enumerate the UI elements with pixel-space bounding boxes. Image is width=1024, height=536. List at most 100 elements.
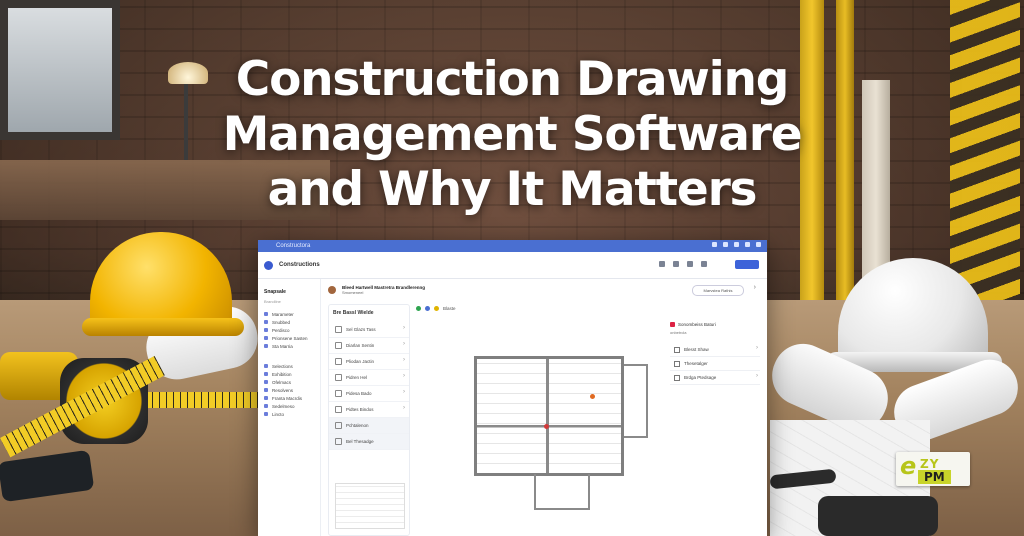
headline-line: Construction Drawing: [235, 52, 790, 107]
details-heading: Sonombeiss Baturi: [670, 322, 760, 327]
markup-pin-icon[interactable]: [590, 394, 595, 399]
grid-icon[interactable]: [673, 261, 679, 267]
sidebar-item[interactable]: Snubbed: [264, 318, 320, 326]
close-icon[interactable]: [756, 242, 761, 247]
details-item[interactable]: Brdga Ptedsage ›: [670, 371, 760, 385]
logo-zy: ZY: [920, 457, 940, 471]
share-icon[interactable]: [701, 261, 707, 267]
device: [818, 496, 938, 536]
chevron-right-icon: ›: [403, 357, 405, 363]
list-item[interactable]: Sel Glazs Tass ›: [329, 322, 409, 338]
file-icon: [335, 358, 342, 365]
details-panel: Sonombeiss Baturi onbetrcla Blesst Shaw ›…: [670, 322, 760, 412]
chevron-right-icon: ›: [756, 345, 758, 351]
list-item-selected[interactable]: Bel Thesadge: [329, 434, 409, 450]
toolbar-icons: [659, 261, 707, 267]
sidebar-heading: Snapsale: [264, 289, 286, 295]
tape-measure-strip: [132, 392, 262, 408]
chevron-right-icon: ›: [756, 373, 758, 379]
sidebar: Snapsale Brandline Marameter Snubbed Per…: [258, 279, 321, 536]
drawing-thumbnail[interactable]: [335, 483, 405, 529]
floor-plan-wing: [534, 474, 590, 510]
list-item[interactable]: Pidesa Bado ›: [329, 386, 409, 402]
sidebar-item[interactable]: Perdisco: [264, 326, 320, 334]
file-icon: [335, 374, 342, 381]
file-icon: [335, 406, 342, 413]
floor-plan: [474, 356, 624, 476]
maximize-icon[interactable]: [723, 242, 728, 247]
logo-pm: PM: [918, 470, 951, 484]
checkbox-icon: [674, 346, 680, 353]
window-controls: [712, 242, 761, 247]
minimize-icon[interactable]: [712, 242, 717, 247]
sidebar-item[interactable]: Franta Macrdis: [264, 394, 320, 402]
logo-mark: e: [900, 452, 917, 480]
yellow-hard-hat: [90, 232, 232, 332]
settings-icon[interactable]: [734, 242, 739, 247]
doc-icon: [264, 396, 268, 400]
folder-icon: [264, 336, 268, 340]
avatar[interactable]: [264, 260, 273, 270]
avatar[interactable]: [328, 286, 336, 294]
checkbox-icon: [674, 374, 680, 381]
chevron-right-icon: ›: [403, 405, 405, 411]
list-item-selected[interactable]: Pchtalenon: [329, 418, 409, 434]
file-icon: [335, 390, 342, 397]
sidebar-item[interactable]: Sta Marria: [264, 342, 320, 350]
checkbox-icon: [674, 360, 680, 367]
pin-icon[interactable]: [434, 306, 439, 311]
doc-icon: [264, 412, 268, 416]
canvas-tool-label: Blaste: [443, 306, 456, 311]
file-icon: [335, 438, 342, 445]
drawing-list-panel: Bre Bassl Wielde Sel Glazs Tass › Diarlan…: [328, 304, 410, 536]
sidebar-item[interactable]: Lincto: [264, 410, 320, 418]
folder-icon: [264, 312, 268, 316]
layer-icon[interactable]: [425, 306, 430, 311]
yellow-hard-hat-brim: [82, 318, 244, 336]
chevron-right-icon: ›: [403, 341, 405, 347]
doc-icon: [264, 380, 268, 384]
sidebar-item[interactable]: Selections: [264, 362, 320, 370]
list-icon[interactable]: [687, 261, 693, 267]
list-item[interactable]: Diarlan Sentin ›: [329, 338, 409, 354]
file-icon: [335, 326, 342, 333]
app-brand: Constructora: [276, 243, 311, 249]
drawing-canvas[interactable]: Blaste: [414, 304, 664, 534]
details-subheading: onbetrcla: [670, 330, 687, 335]
canvas-toolbar: Blaste: [416, 306, 664, 311]
doc-icon: [264, 404, 268, 408]
file-icon: [335, 342, 342, 349]
details-item[interactable]: Thesetalger: [670, 357, 760, 371]
sidebar-item[interactable]: Sedelmeso: [264, 402, 320, 410]
primary-button[interactable]: [735, 260, 759, 269]
chevron-right-icon: ›: [403, 389, 405, 395]
doc-icon: [264, 388, 268, 392]
app-topbar: Constructions: [258, 252, 767, 279]
folder-icon: [264, 320, 268, 324]
sidebar-item[interactable]: Resolvens: [264, 386, 320, 394]
list-item[interactable]: Pliodan Jactin ›: [329, 354, 409, 370]
filter-icon[interactable]: [659, 261, 665, 267]
filter-pill[interactable]: Marvstea Rathis: [692, 285, 744, 296]
sidebar-item[interactable]: Exhibition: [264, 370, 320, 378]
user-icon[interactable]: [745, 242, 750, 247]
file-icon: [335, 422, 342, 429]
list-item[interactable]: Pidtes Bindos ›: [329, 402, 409, 418]
list-item[interactable]: Pidren Hel ›: [329, 370, 409, 386]
flag-icon: [670, 322, 675, 327]
headline-line: and Why It Matters: [267, 162, 758, 217]
headline-line: Management Software: [222, 107, 803, 162]
chevron-right-icon: ›: [403, 325, 405, 331]
project-header: Bleed Hartwell Mastretra Brandlerenng Sm…: [328, 282, 758, 298]
chevron-right-icon[interactable]: ›: [754, 284, 756, 291]
ezypm-logo: e ZY PM: [896, 452, 970, 486]
details-item[interactable]: Blesst Shaw ›: [670, 343, 760, 357]
sidebar-item[interactable]: Prionsene Sasten: [264, 334, 320, 342]
markup-pin-icon[interactable]: [544, 424, 549, 429]
project-subtitle: Smomeneel: [342, 290, 364, 295]
doc-icon: [264, 364, 268, 368]
sidebar-item[interactable]: Ofelmacs: [264, 378, 320, 386]
doc-icon: [264, 372, 268, 376]
sidebar-item[interactable]: Marameter: [264, 310, 320, 318]
folder-icon: [264, 344, 268, 348]
